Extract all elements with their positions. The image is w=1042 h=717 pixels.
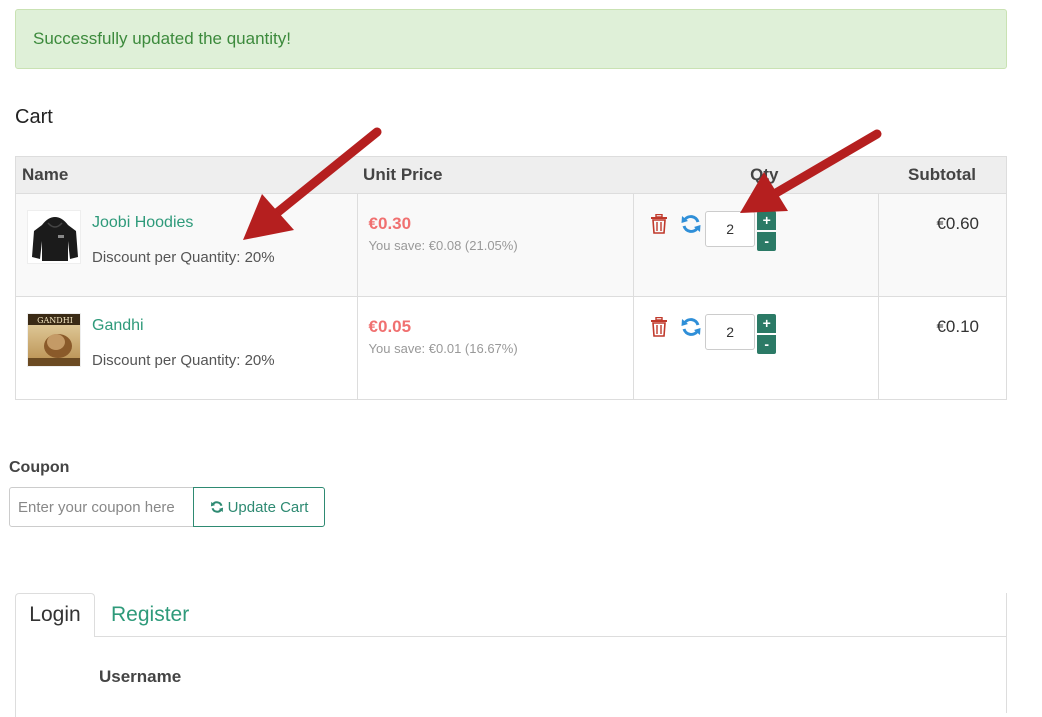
- savings-text: You save: €0.01 (16.67%): [368, 341, 518, 356]
- savings-text: You save: €0.08 (21.05%): [368, 238, 518, 253]
- product-cell: Joobi Hoodies Discount per Quantity: 20%: [15, 193, 358, 297]
- cart-header-row: Name Unit Price Qty Subtotal: [15, 156, 1007, 194]
- update-cart-label: Update Cart: [227, 498, 309, 516]
- gandhi-image[interactable]: GANDHI: [27, 313, 81, 367]
- trash-icon[interactable]: [650, 214, 668, 234]
- quantity-input[interactable]: [705, 211, 756, 247]
- price-cell: €0.30 You save: €0.08 (21.05%): [356, 193, 635, 297]
- tab-login[interactable]: Login: [15, 593, 95, 637]
- table-row: GANDHI Gandhi Discount per Quantity: 20%…: [15, 296, 1007, 400]
- cart-table: Name Unit Price Qty Subtotal Joobi Hoodi…: [15, 156, 1007, 400]
- subtotal-value: €0.60: [936, 214, 979, 233]
- product-link[interactable]: Gandhi: [92, 317, 144, 335]
- qty-minus-button[interactable]: -: [757, 232, 777, 251]
- username-label: Username: [99, 667, 182, 686]
- qty-cell: + -: [633, 296, 879, 400]
- tab-panel-border: [15, 637, 16, 717]
- alert-message: Successfully updated the quantity!: [33, 29, 291, 48]
- qty-plus-button[interactable]: +: [757, 211, 777, 230]
- subtotal-cell: €0.10: [878, 296, 1007, 400]
- coupon-label: Coupon: [9, 459, 70, 476]
- header-unit-price: Unit Price: [357, 156, 634, 194]
- subtotal-cell: €0.60: [878, 193, 1007, 297]
- coupon-input[interactable]: [9, 487, 194, 527]
- success-alert: Successfully updated the quantity!: [15, 9, 1007, 69]
- subtotal-value: €0.10: [936, 317, 979, 336]
- refresh-icon[interactable]: [680, 316, 702, 338]
- refresh-icon: [210, 501, 223, 513]
- product-discount: Discount per Quantity: 20%: [92, 352, 275, 369]
- tab-register[interactable]: Register: [111, 593, 189, 637]
- hoodie-image[interactable]: [27, 210, 81, 264]
- table-row: Joobi Hoodies Discount per Quantity: 20%…: [15, 193, 1007, 297]
- auth-tabs: Login Register Username: [15, 593, 1007, 717]
- header-name: Name: [15, 156, 358, 194]
- update-cart-button[interactable]: Update Cart: [193, 487, 325, 527]
- product-discount: Discount per Quantity: 20%: [92, 249, 275, 266]
- product-cell: GANDHI Gandhi Discount per Quantity: 20%: [15, 296, 358, 400]
- price-cell: €0.05 You save: €0.01 (16.67%): [356, 296, 635, 400]
- header-qty: Qty: [633, 156, 879, 194]
- qty-cell: + -: [633, 193, 879, 297]
- trash-icon[interactable]: [650, 317, 668, 337]
- qty-plus-button[interactable]: +: [757, 314, 777, 333]
- tab-divider: [95, 636, 1006, 637]
- qty-minus-button[interactable]: -: [757, 335, 777, 354]
- refresh-icon[interactable]: [680, 213, 702, 235]
- unit-price: €0.30: [368, 214, 412, 233]
- quantity-input[interactable]: [705, 314, 756, 350]
- gandhi-cover-title: GANDHI: [37, 316, 73, 325]
- unit-price: €0.05: [368, 317, 412, 336]
- header-subtotal: Subtotal: [878, 156, 1007, 194]
- product-link[interactable]: Joobi Hoodies: [92, 214, 193, 232]
- cart-title: Cart: [15, 106, 53, 128]
